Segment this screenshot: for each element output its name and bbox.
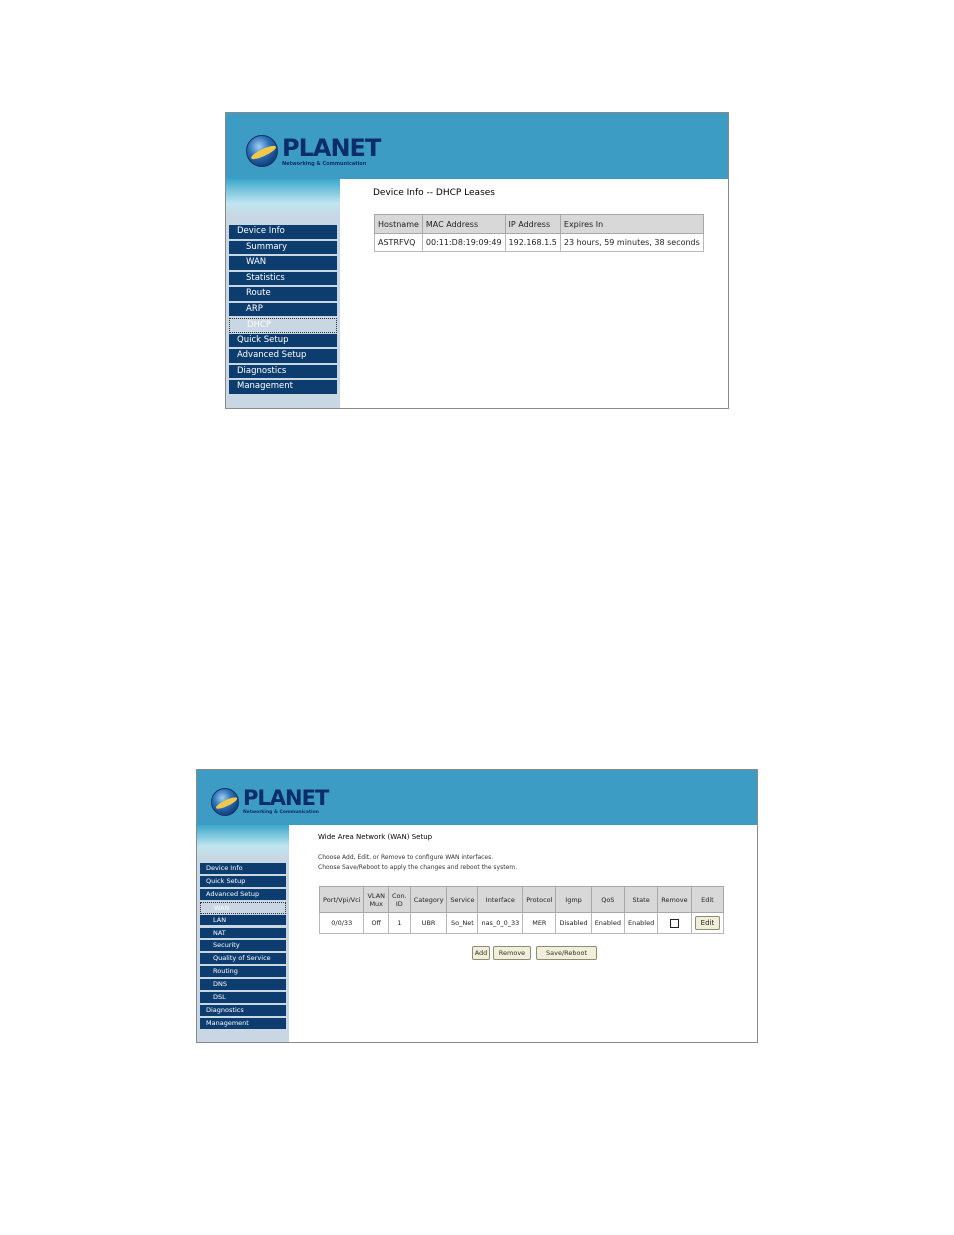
sidebar-item-wan[interactable]: WAN (200, 901, 286, 914)
sidebar-item-lan[interactable]: LAN (200, 914, 286, 927)
table-header-row: Hostname MAC Address IP Address Expires In (374, 214, 704, 234)
sidebar-item-dhcp[interactable]: DHCP (229, 318, 337, 333)
sidebar-gradient (226, 179, 340, 219)
column-header-text: Igmp (565, 895, 582, 904)
page-title: Wide Area Network (WAN) Setup (318, 833, 433, 841)
table-cell: 192.168.1.5 (504, 233, 561, 252)
logo-brand: PLANET (282, 133, 381, 162)
remove-checkbox[interactable] (669, 918, 679, 928)
table-row: ASTRFVQ 00:11:D8:19:09:49 192.168.1.5 23 ho… (374, 233, 704, 252)
column-header-text: ID (395, 899, 403, 908)
table-cell: Enabled (590, 912, 625, 934)
column-header-text: State (632, 895, 650, 904)
edit-button[interactable]: Edit (694, 916, 721, 930)
remove-button[interactable]: Remove (493, 946, 531, 960)
column-header: Protocol (522, 886, 557, 913)
sidebar-item-summary[interactable]: Summary (229, 240, 337, 255)
table-cell: UBR (409, 912, 448, 934)
column-header: IP Address (504, 214, 561, 234)
column-header: MAC Address (421, 214, 506, 234)
column-header-text: Port/Vpi/Vci (323, 895, 361, 904)
column-header: Igmp (555, 886, 592, 913)
column-header-text: Interface (485, 895, 515, 904)
logo-brand: PLANET (243, 786, 329, 811)
column-header: Service (446, 886, 479, 913)
sidebar-item-dns[interactable]: DNS (200, 979, 286, 991)
column-header: Edit (690, 886, 725, 913)
column-header-text: Category (413, 895, 444, 904)
sidebar-item-quality-of-service[interactable]: Quality of Service (200, 953, 286, 966)
sidebar-gradient (197, 825, 289, 860)
remove-cell (657, 912, 692, 934)
column-header: Port/Vpi/Vci (318, 886, 365, 913)
table-cell: nas_0_0_33 (477, 912, 524, 934)
table-cell: Off (363, 912, 390, 934)
planet-logo: PLANET Networking & Communication (211, 786, 329, 816)
sidebar-item-management[interactable]: Management (200, 1017, 286, 1030)
sidebar-item-diagnostics[interactable]: Diagnostics (229, 364, 337, 379)
column-header-text: Protocol (526, 895, 553, 904)
column-header-text: QoS (601, 895, 615, 904)
logo-tagline: Networking & Communication (282, 160, 367, 167)
column-header-text: Con. (392, 891, 407, 900)
table-cell: 0/0/33 (318, 912, 365, 934)
sidebar-item-security[interactable]: Security (200, 940, 286, 953)
globe-icon (211, 788, 239, 816)
sidebar-item-nat[interactable]: NAT (200, 927, 286, 940)
column-header-text: Service (450, 895, 475, 904)
sidebar-item-device-info[interactable]: Device Info (200, 863, 286, 875)
column-header-text: Mux (369, 899, 384, 908)
table-cell: ASTRFVQ (374, 233, 423, 252)
column-header: Remove (657, 886, 692, 913)
sidebar-item-dsl[interactable]: DSL (200, 992, 286, 1004)
sidebar-item-wan[interactable]: WAN (229, 256, 337, 271)
table-row: 0/0/33 Off 1 UBR So_Net nas_0_0_33 MER Disabled… (318, 912, 725, 934)
sidebar-item-routing[interactable]: Routing (200, 966, 286, 979)
column-header: QoS (590, 886, 625, 913)
table-cell: 1 (388, 912, 411, 934)
logo-tagline: Networking & Communication (243, 810, 319, 816)
table-cell: Enabled (623, 912, 659, 934)
description-line-1: Choose Add, Edit, or Remove to configure… (318, 854, 494, 861)
sidebar-item-arp[interactable]: ARP (229, 302, 337, 317)
sidebar-item-management[interactable]: Management (229, 380, 337, 395)
description-line-2: Choose Save/Reboot to apply the changes … (318, 864, 518, 871)
sidebar-item-quick-setup[interactable]: Quick Setup (229, 333, 337, 348)
sidebar-item-advanced-setup[interactable]: Advanced Setup (229, 349, 337, 364)
column-header-text: VLAN (367, 891, 386, 900)
add-button[interactable]: Add (472, 946, 490, 960)
table-header-row: Port/Vpi/Vci VLAN Mux Con. ID Category Service… (318, 886, 725, 913)
column-header: Interface (477, 886, 524, 913)
table-cell: MER (522, 912, 557, 934)
edit-cell: Edit (690, 912, 725, 934)
column-header: Con. ID (388, 886, 411, 913)
column-header: State (623, 886, 659, 913)
save-reboot-button[interactable]: Save/Reboot (536, 946, 597, 960)
table-cell: 23 hours, 59 minutes, 38 seconds (559, 233, 704, 252)
screenshot-dhcp-leases: PLANET Networking & Communication Device… (225, 112, 729, 409)
table-cell: So_Net (446, 912, 479, 934)
planet-logo: PLANET Networking & Communication (246, 133, 381, 167)
column-header-text: Edit (701, 895, 714, 904)
sidebar-item-device-info[interactable]: Device Info (229, 225, 337, 240)
sidebar-item-quick-setup[interactable]: Quick Setup (200, 875, 286, 888)
globe-icon (246, 135, 278, 167)
column-header-text: Remove (661, 895, 688, 904)
table-cell: Disabled (555, 912, 592, 934)
sidebar-item-statistics[interactable]: Statistics (229, 271, 337, 286)
dhcp-leases-table: Hostname MAC Address IP Address Expires In … (374, 214, 704, 252)
wan-interfaces-table: Port/Vpi/Vci VLAN Mux Con. ID Category Service… (318, 886, 725, 934)
table-cell: 00:11:D8:19:09:49 (421, 233, 506, 252)
column-header: VLAN Mux (363, 886, 390, 913)
screenshot-wan-setup: PLANET Networking & Communication Device… (196, 769, 758, 1043)
sidebar-item-advanced-setup[interactable]: Advanced Setup (200, 888, 286, 901)
sidebar-item-diagnostics[interactable]: Diagnostics (200, 1004, 286, 1017)
page-title: Device Info -- DHCP Leases (373, 188, 495, 198)
column-header: Category (409, 886, 448, 913)
column-header: Expires In (559, 214, 704, 234)
sidebar-item-route[interactable]: Route (229, 287, 337, 302)
column-header: Hostname (374, 214, 423, 234)
